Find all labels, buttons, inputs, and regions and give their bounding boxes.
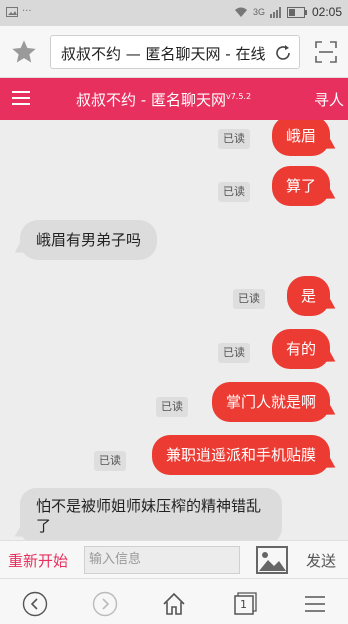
clock: 02:05 (311, 5, 342, 19)
read-receipt: 已读 (233, 289, 265, 309)
page-title-text: 叔叔不约 - 匿名聊天网 (76, 91, 226, 109)
address-bar[interactable]: 叔叔不约 — 匿名聊天网 - 在线 (50, 35, 300, 69)
forward-icon[interactable] (92, 591, 118, 617)
read-receipt: 已读 (218, 129, 250, 149)
chat-area[interactable]: 已读 峨眉 已读 算了 峨眉有男弟子吗 已读 是 已读 有的 已读 掌门人就是啊… (0, 120, 348, 540)
bookmark-star-icon[interactable] (10, 38, 38, 66)
find-person-link[interactable]: 寻人 (314, 89, 344, 110)
app-version: v7.5.2 (225, 92, 252, 101)
browser-navbar: 1 (0, 578, 348, 624)
more-menu-icon[interactable] (302, 591, 328, 617)
image-notification-icon (6, 6, 18, 17)
battery-icon (286, 6, 307, 18)
back-icon[interactable] (22, 591, 48, 617)
read-receipt: 已读 (218, 343, 250, 363)
message-composer: 重新开始 输入信息 发送 (0, 540, 348, 578)
app-header: 叔叔不约 - 匿名聊天网v7.5.2 寻人 (0, 78, 348, 120)
send-button[interactable]: 发送 (306, 550, 336, 571)
status-bar: ··· 3G 02:05 (0, 0, 348, 26)
message-input[interactable]: 输入信息 (84, 546, 240, 574)
restart-button[interactable]: 重新开始 (8, 550, 68, 571)
browser-toolbar: 叔叔不约 — 匿名聊天网 - 在线 (0, 26, 348, 78)
signal-icon (269, 6, 281, 18)
image-upload-icon[interactable] (256, 546, 288, 574)
incoming-message[interactable]: 怕不是被师姐师妹压榨的精神错乱了 (20, 488, 282, 540)
read-receipt: 已读 (94, 451, 126, 471)
outgoing-message[interactable]: 是 (286, 276, 330, 316)
home-icon[interactable] (161, 591, 187, 617)
wifi-icon (234, 7, 247, 17)
tabs-button[interactable]: 1 (232, 591, 258, 617)
menu-icon[interactable] (12, 91, 30, 105)
scan-icon[interactable] (314, 40, 338, 64)
outgoing-message[interactable]: 掌门人就是啊 (211, 382, 330, 422)
outgoing-message[interactable]: 峨眉 (271, 120, 330, 156)
incoming-message[interactable]: 峨眉有男弟子吗 (20, 220, 158, 260)
read-receipt: 已读 (218, 182, 250, 202)
outgoing-message[interactable]: 算了 (271, 166, 330, 206)
signal-label: 3G (252, 7, 265, 17)
tabs-count: 1 (240, 598, 247, 611)
url-text: 叔叔不约 — 匿名聊天网 - 在线 (61, 45, 266, 63)
more-notifications-icon: ··· (22, 6, 32, 17)
outgoing-message[interactable]: 兼职逍遥派和手机贴膜 (151, 435, 330, 475)
outgoing-message[interactable]: 有的 (271, 329, 330, 369)
read-receipt: 已读 (156, 397, 188, 417)
page-title: 叔叔不约 - 匿名聊天网v7.5.2 (76, 89, 251, 110)
reload-icon[interactable] (273, 43, 293, 63)
